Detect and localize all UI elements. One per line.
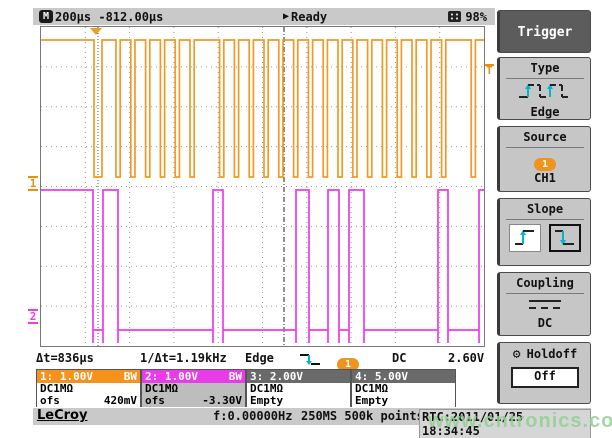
falling-edge-icon <box>553 228 577 248</box>
slope-falling-option[interactable] <box>549 224 581 252</box>
frequency-counter: f:0.00000Hz <box>213 409 292 423</box>
source-value: CH1 <box>500 171 590 185</box>
sampling-readout: 250MS 500k points <box>301 409 424 423</box>
battery-percent: 98% <box>465 10 487 24</box>
delta-t-readout: Δt=836μs <box>36 351 94 365</box>
timebase-readout: 200μs -812.00μs <box>55 10 163 24</box>
ch2-ofs-label: ofs <box>145 395 165 407</box>
ch1-ofs-label: ofs <box>40 395 60 407</box>
trigger-type-readout: Edge <box>245 351 274 365</box>
trigger-holdoff-button[interactable]: ⚙ Holdoff Off <box>497 342 591 404</box>
ch2-bw-flag: BW <box>229 370 242 383</box>
coupling-value: DC <box>500 316 590 330</box>
header-bar: M 200μs -812.00μs ▶ Ready 98% <box>33 8 495 25</box>
source-channel-badge: 1 <box>534 158 556 171</box>
trigger-coupling-readout: DC <box>392 351 406 365</box>
ch4-status: Empty <box>355 395 388 407</box>
trigger-level-marker: T <box>485 64 494 76</box>
ch2-ground-marker: 2 <box>28 309 38 324</box>
slope-rising-option[interactable] <box>509 224 541 252</box>
status-label: Ready <box>291 10 327 24</box>
channel1-info-box: 1: 1.00VBW DC1MΩ ofs420mV <box>36 369 141 407</box>
source-label: Source <box>500 130 590 144</box>
ch3-status: Empty <box>250 395 283 407</box>
trigger-source-button[interactable]: Source 1 CH1 <box>497 126 591 192</box>
acquisition-status: ▶ Ready <box>283 10 327 24</box>
holdoff-value-button[interactable]: Off <box>511 367 579 388</box>
trigger-coupling-button[interactable]: Coupling DC <box>497 272 591 336</box>
ch1-ofs-value: 420mV <box>104 395 137 407</box>
ch2-ofs-value: -3.30V <box>202 395 242 407</box>
watermark: www.cntronics.com <box>428 410 612 433</box>
waveform-grid <box>40 26 485 347</box>
trigger-slope-button[interactable]: Slope <box>497 198 591 266</box>
ch1-bw-flag: BW <box>124 370 137 383</box>
dc-coupling-icon <box>523 296 567 312</box>
holdoff-label: Holdoff <box>527 347 578 361</box>
channel4-info-box: 4: 5.00V DC1MΩ Empty <box>351 369 456 407</box>
waveform-plot <box>41 27 484 346</box>
channel2-info-box: 2: 1.00VBW DC1MΩ ofs-3.30V <box>141 369 246 407</box>
trigger-type-button[interactable]: Type Edge <box>497 57 591 120</box>
coupling-label: Coupling <box>500 276 590 290</box>
lecroy-logo: LeCroy <box>37 408 87 423</box>
ch1-ground-marker: 1 <box>28 176 38 191</box>
edge-type-icon <box>516 81 574 101</box>
channel3-info-box: 3: 2.00V DC1MΩ Empty <box>246 369 351 407</box>
run-status-icon: ▶ <box>283 11 289 22</box>
oscilloscope-screen: M 200μs -812.00μs ▶ Ready 98% 1 2 T Δt=8… <box>0 0 612 438</box>
falling-edge-icon <box>298 353 322 366</box>
system-status-icon <box>448 11 461 22</box>
gear-icon: ⚙ <box>513 348 521 361</box>
inverse-delta-t-readout: 1/Δt=1.19kHz <box>140 351 227 365</box>
trigger-level-readout: 2.60V <box>448 351 484 365</box>
type-label: Type <box>500 61 590 75</box>
slope-label: Slope <box>500 202 590 216</box>
trigger-menu-title: Trigger <box>497 10 591 53</box>
rising-edge-icon <box>513 228 537 248</box>
type-value: Edge <box>500 105 590 119</box>
timebase-mode-icon: M <box>39 10 53 23</box>
